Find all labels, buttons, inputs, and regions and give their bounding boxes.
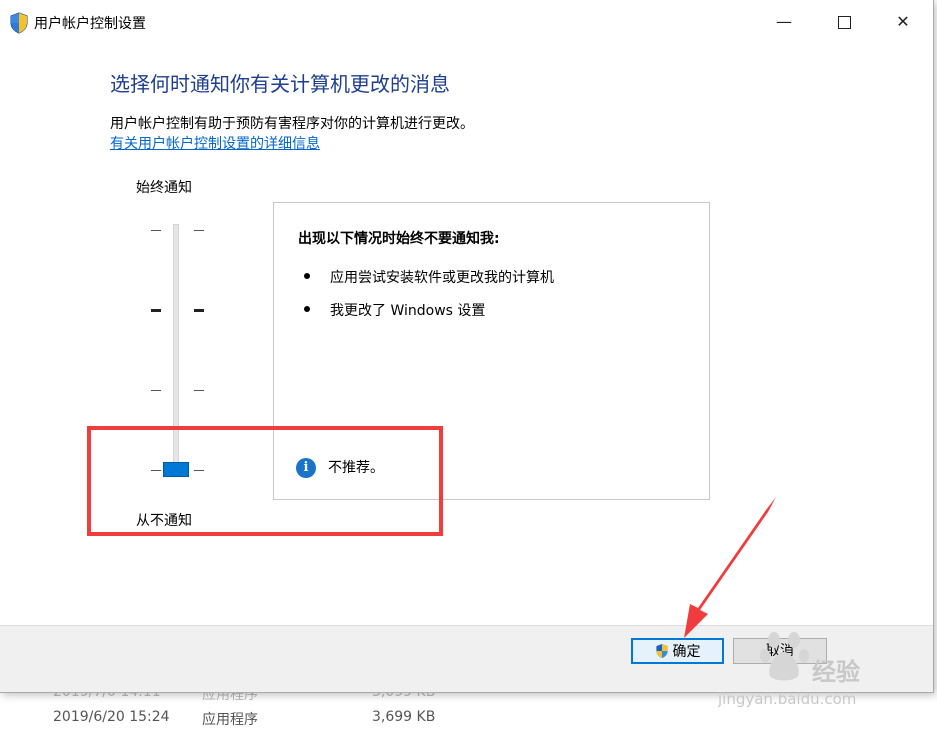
watermark-brand: 经验 bbox=[812, 658, 860, 686]
slider-tick bbox=[151, 390, 161, 391]
panel-title: 出现以下情况时始终不要通知我: bbox=[298, 231, 500, 247]
bullet-icon bbox=[304, 306, 310, 312]
slider-tick bbox=[151, 230, 161, 231]
ok-button[interactable]: 确定 bbox=[631, 638, 724, 664]
bullet-text: 应用尝试安装软件或更改我的计算机 bbox=[330, 270, 554, 286]
baidu-paw-logo-icon bbox=[760, 632, 809, 681]
maximize-icon bbox=[837, 16, 851, 29]
close-button[interactable]: ✕ bbox=[873, 0, 933, 44]
slider-tick bbox=[194, 390, 204, 391]
annotation-highlight-box bbox=[87, 426, 443, 536]
uac-shield-icon bbox=[655, 644, 668, 658]
file-size: 3,699 KB bbox=[372, 709, 436, 725]
window-title: 用户帐户控制设置 bbox=[34, 16, 146, 32]
description-text: 用户帐户控制有助于预防有害程序对你的计算机进行更改。 bbox=[110, 116, 474, 132]
bullet-item: 我更改了 Windows 设置 bbox=[298, 300, 485, 320]
uac-shield-icon bbox=[10, 12, 28, 34]
uac-settings-dialog: 用户帐户控制设置 — ✕ 选择何时通知你有关计算机更改的消息 用户帐户控制有助于… bbox=[0, 0, 934, 693]
page-heading: 选择何时通知你有关计算机更改的消息 bbox=[110, 72, 450, 96]
background-file-row[interactable]: 2019/6/20 15:24 应用程序 3,699 KB bbox=[0, 705, 937, 731]
maximize-button[interactable] bbox=[814, 0, 874, 44]
bullet-text: 我更改了 Windows 设置 bbox=[330, 303, 486, 319]
bullet-icon bbox=[304, 273, 310, 279]
watermark-url: jingyan.baidu.com bbox=[718, 690, 857, 708]
slider-top-label: 始终通知 bbox=[136, 180, 192, 196]
uac-details-link[interactable]: 有关用户帐户控制设置的详细信息 bbox=[110, 133, 320, 153]
bullet-item: 应用尝试安装软件或更改我的计算机 bbox=[298, 267, 554, 287]
title-bar[interactable]: 用户帐户控制设置 — ✕ bbox=[0, 0, 933, 44]
slider-tick bbox=[194, 230, 204, 231]
ok-label: 确定 bbox=[672, 644, 701, 660]
minimize-button[interactable]: — bbox=[754, 0, 814, 44]
slider-tick bbox=[194, 309, 204, 312]
close-icon: ✕ bbox=[896, 12, 910, 31]
file-date: 2019/6/20 15:24 bbox=[53, 709, 170, 725]
slider-tick bbox=[151, 309, 161, 312]
file-type: 应用程序 bbox=[202, 712, 258, 728]
minimize-icon: — bbox=[776, 12, 792, 31]
